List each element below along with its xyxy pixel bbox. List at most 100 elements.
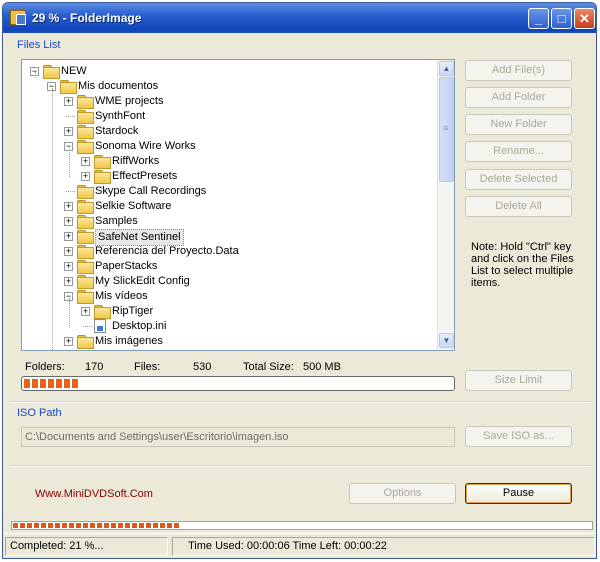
delete-selected-button[interactable]: Delete Selected	[465, 169, 572, 190]
tree-item[interactable]: Desktop.ini	[22, 319, 436, 334]
tree-item[interactable]: + PaperStacks	[22, 259, 436, 274]
folder-icon	[77, 215, 94, 229]
size-progress-fill	[24, 379, 80, 388]
expand-icon[interactable]: +	[64, 262, 73, 271]
folder-icon	[94, 305, 111, 319]
iso-path-label: ISO Path	[17, 407, 62, 419]
tree-item-label: Sonoma Wire Works	[95, 140, 196, 152]
scroll-up-icon[interactable]: ▲	[439, 61, 454, 76]
folder-icon	[94, 170, 111, 184]
files-tree[interactable]: − NEW − Mis documentos + WME projects SynthFon…	[21, 59, 455, 351]
tree-item[interactable]: + Samples	[22, 214, 436, 229]
tree-item[interactable]: + RipTiger	[22, 304, 436, 319]
expand-icon[interactable]: +	[81, 157, 90, 166]
tree-item-label: SynthFont	[95, 110, 146, 122]
status-completed: Completed: 21 %...	[5, 537, 168, 556]
folders-count: 170	[85, 361, 104, 373]
folder-icon	[77, 230, 94, 244]
tree-item-label: My SlickEdit Config	[95, 275, 190, 287]
folder-icon	[77, 125, 94, 139]
expand-icon[interactable]: +	[81, 307, 90, 316]
new-folder-button[interactable]: New Folder	[465, 114, 572, 135]
tree-item[interactable]: − NEW	[22, 64, 436, 79]
total-size-value: 500 MB	[303, 361, 341, 373]
tree-item[interactable]: − Sonoma Wire Works	[22, 139, 436, 154]
tree-item-label: Mis imágenes	[95, 335, 163, 347]
expand-icon[interactable]: +	[64, 277, 73, 286]
tree-item[interactable]: − Mis documentos	[22, 79, 436, 94]
size-progress-bar	[21, 376, 455, 391]
tree-item[interactable]: − Mis vídeos	[22, 289, 436, 304]
folder-icon	[77, 95, 94, 109]
title-bar[interactable]: 29 % - FolderImage _ □ ✕	[3, 3, 596, 33]
tree-item-label: NEW	[61, 65, 87, 77]
total-size-label: Total Size:	[243, 361, 294, 373]
scroll-down-icon[interactable]: ▼	[439, 333, 454, 348]
folder-icon	[60, 80, 77, 94]
iso-path-field[interactable]: C:\Documents and Settings\user\Escritori…	[21, 427, 455, 447]
status-time: Time Used: 00:00:06 Time Left: 00:00:22	[172, 537, 595, 556]
tree-item[interactable]: + Mis imágenes	[22, 334, 436, 349]
divider	[9, 401, 592, 403]
overall-progress-bar	[11, 521, 593, 530]
tree-item[interactable]: + SafeNet Sentinel	[22, 229, 436, 246]
expand-icon[interactable]: +	[64, 217, 73, 226]
tree-connector	[69, 298, 70, 328]
tree-connector	[52, 88, 53, 350]
tree-item[interactable]: + My SlickEdit Config	[22, 274, 436, 289]
app-icon	[10, 10, 26, 25]
tree-item-label: Mis vídeos	[95, 290, 148, 302]
expand-icon[interactable]: +	[64, 127, 73, 136]
tree-item[interactable]: Skype Call Recordings	[22, 184, 436, 199]
tree-item[interactable]: + WME projects	[22, 94, 436, 109]
folder-icon	[94, 155, 111, 169]
tree-item[interactable]: + Stardock	[22, 124, 436, 139]
minimize-icon[interactable]: _	[528, 8, 549, 29]
tree-item[interactable]: + Selkie Software	[22, 199, 436, 214]
options-button[interactable]: Options	[349, 483, 456, 504]
close-icon[interactable]: ✕	[574, 8, 595, 29]
add-files-button[interactable]: Add File(s)	[465, 60, 572, 81]
tree-item-label: Desktop.ini	[112, 320, 167, 332]
tree-connector	[69, 148, 70, 177]
expand-icon[interactable]: +	[64, 337, 73, 346]
folder-icon	[77, 185, 94, 199]
tree-scrollbar[interactable]: ▲ ▼	[437, 60, 454, 350]
expand-icon[interactable]: +	[64, 247, 73, 256]
delete-all-button[interactable]: Delete All	[465, 196, 572, 217]
maximize-icon[interactable]: □	[551, 8, 572, 29]
folder-icon	[77, 335, 94, 349]
tree-item-label: Skype Call Recordings	[95, 185, 207, 197]
tree-connector	[35, 72, 36, 78]
website-link[interactable]: Www.MiniDVDSoft.Com	[35, 488, 153, 500]
tree-item-label: RipTiger	[112, 305, 154, 317]
folder-icon	[77, 245, 94, 259]
tree-item-label: WME projects	[95, 95, 164, 107]
expand-icon[interactable]: +	[81, 172, 90, 181]
folder-icon	[77, 200, 94, 214]
pause-button[interactable]: Pause	[465, 483, 572, 504]
tree-connector	[83, 326, 92, 327]
add-folder-button[interactable]: Add Folder	[465, 87, 572, 108]
scroll-thumb[interactable]	[439, 77, 454, 182]
tree-connector	[66, 116, 75, 117]
ini-file-icon	[94, 319, 106, 333]
files-count: 530	[193, 361, 212, 373]
tree-item[interactable]: + EffectPresets	[22, 169, 436, 184]
expand-icon[interactable]: +	[64, 232, 73, 241]
tree-item-label: EffectPresets	[112, 170, 178, 182]
multi-select-note: Note: Hold "Ctrl" key and click on the F…	[471, 241, 574, 289]
save-iso-button[interactable]: Save ISO as...	[465, 426, 572, 447]
folder-icon	[77, 110, 94, 124]
expand-icon[interactable]: +	[64, 202, 73, 211]
tree-item-label: Referencia del Proyecto.Data	[95, 245, 239, 257]
tree-item[interactable]: SynthFont	[22, 109, 436, 124]
folder-icon	[43, 65, 60, 79]
rename-button[interactable]: Rename...	[465, 141, 572, 162]
folder-icon	[77, 140, 94, 154]
tree-item[interactable]: + Referencia del Proyecto.Data	[22, 244, 436, 259]
tree-item[interactable]: + RiffWorks	[22, 154, 436, 169]
files-list-label: Files List	[17, 39, 61, 51]
expand-icon[interactable]: +	[64, 97, 73, 106]
size-limit-button[interactable]: Size Limit	[465, 370, 572, 391]
